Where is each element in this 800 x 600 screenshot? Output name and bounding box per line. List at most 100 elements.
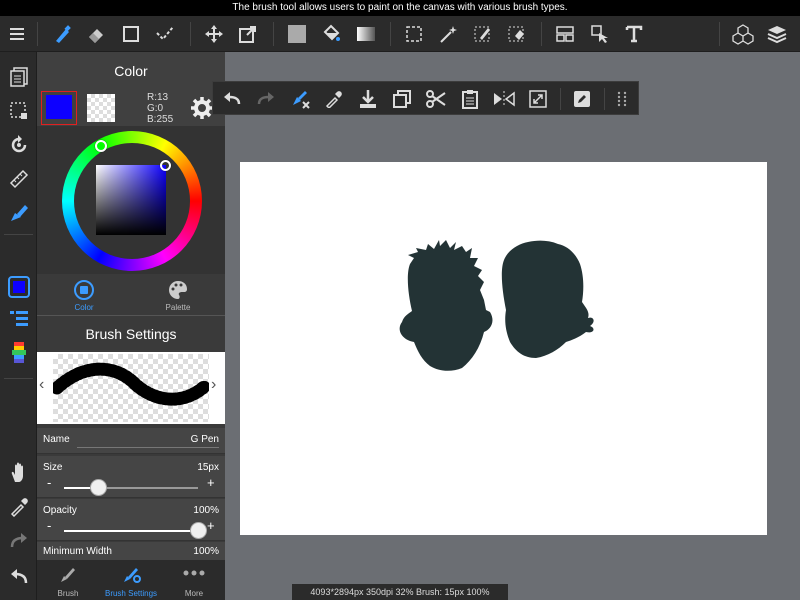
redo-icon[interactable] <box>0 526 37 556</box>
menu-icon[interactable] <box>2 16 32 52</box>
primary-color-swatch[interactable] <box>41 91 77 125</box>
redo-icon[interactable] <box>249 82 283 116</box>
tab-brush-label: Brush <box>57 589 79 598</box>
grip-icon[interactable] <box>605 82 639 116</box>
right-silhouette <box>501 240 594 358</box>
download-icon[interactable] <box>351 82 385 116</box>
fit-icon[interactable] <box>521 82 555 116</box>
fill-color-icon[interactable] <box>282 16 312 52</box>
tab-more-label: More <box>184 589 204 598</box>
rgb-b-value: B:255 <box>147 114 174 125</box>
opacity-slider[interactable] <box>64 522 207 539</box>
tab-brush-settings[interactable]: Brush Settings <box>100 560 162 600</box>
prev-brush-chevron-icon[interactable]: ‹ <box>39 376 44 394</box>
operation-icon[interactable] <box>585 16 615 52</box>
minwidth-label: Minimum Width <box>43 546 112 557</box>
move-icon[interactable] <box>199 16 229 52</box>
select-rect-icon[interactable] <box>399 16 429 52</box>
floating-toolbar <box>212 81 639 115</box>
3d-material-icon[interactable] <box>728 16 758 52</box>
hand-icon[interactable] <box>0 458 37 488</box>
next-brush-chevron-icon[interactable]: › <box>211 376 216 394</box>
gradient-icon[interactable] <box>351 16 381 52</box>
size-slider-knob[interactable] <box>90 479 107 496</box>
paste-icon[interactable] <box>453 82 487 116</box>
opacity-plus-button[interactable]: + <box>207 518 215 533</box>
color-wheel-area <box>37 126 225 274</box>
tooltip: The brush tool allows users to paint on … <box>0 0 800 16</box>
select-pen-icon[interactable] <box>468 16 498 52</box>
tab-brush-settings-label: Brush Settings <box>104 589 158 598</box>
eyedropper-icon[interactable] <box>317 82 351 116</box>
layers-icon[interactable] <box>762 16 792 52</box>
name-row[interactable]: Name G Pen <box>37 428 225 454</box>
palette-icon <box>169 281 187 299</box>
rect-shape-icon[interactable] <box>116 16 146 52</box>
brush-stroke-preview <box>53 362 209 406</box>
name-value: G Pen <box>190 434 219 445</box>
hue-handle[interactable] <box>95 140 107 152</box>
filter-brush-icon[interactable] <box>0 198 37 228</box>
gear-icon[interactable] <box>191 97 213 124</box>
edit-icon[interactable] <box>565 82 599 116</box>
rgb-r-value: R:13 <box>147 92 169 103</box>
color-swatch-icon[interactable] <box>0 272 37 302</box>
tab-color[interactable]: Color <box>37 274 131 316</box>
flip-icon[interactable] <box>487 82 521 116</box>
cut-icon[interactable] <box>419 82 453 116</box>
size-slider[interactable] <box>64 479 198 496</box>
artwork <box>399 240 594 371</box>
status-bar: 4093*2894px 350dpi 32% Brush: 15px 100% <box>292 584 508 600</box>
color-panel-title: Color <box>37 52 225 90</box>
tab-palette-label: Palette <box>165 303 191 312</box>
tab-brush[interactable]: Brush <box>37 560 99 600</box>
tab-palette[interactable]: Palette <box>131 274 225 316</box>
tab-more[interactable]: More <box>163 560 225 600</box>
transform-icon[interactable] <box>233 16 263 52</box>
selection-icon[interactable] <box>0 96 37 126</box>
brush-clear-icon[interactable] <box>283 82 317 116</box>
top-toolbar <box>0 16 800 52</box>
drawing-canvas[interactable] <box>240 162 767 535</box>
left-rail <box>0 52 37 600</box>
text-icon[interactable] <box>619 16 649 52</box>
ruler-icon[interactable] <box>0 164 37 194</box>
undo-icon[interactable] <box>0 562 37 592</box>
panel-bottom-tabs: Brush Brush Settings More <box>37 560 225 600</box>
color-tabs: Color Palette <box>37 274 225 316</box>
minwidth-value: 100% <box>193 546 219 557</box>
rgb-g-value: G:0 <box>147 103 164 114</box>
palette-strip-icon[interactable] <box>0 338 37 368</box>
brush-tab-icon <box>61 568 75 582</box>
layout-icon[interactable] <box>550 16 580 52</box>
brush-settings-title: Brush Settings <box>37 317 225 351</box>
brush-preview: ‹ › <box>37 352 225 424</box>
color-row: R:13 G:0 B:255 <box>37 90 225 126</box>
select-eraser-icon[interactable] <box>502 16 532 52</box>
secondary-color-swatch[interactable] <box>87 94 115 122</box>
size-row: Size 15px - + <box>37 456 225 498</box>
layer-list-icon[interactable] <box>0 304 37 334</box>
size-plus-button[interactable]: + <box>207 475 215 490</box>
minwidth-row: Minimum Width 100% <box>37 542 225 560</box>
side-panel: Color R:13 G:0 B:255 Color Palette Brush… <box>37 52 225 600</box>
copy-icon[interactable] <box>385 82 419 116</box>
brush-settings-tab-icon <box>124 568 141 583</box>
size-label: Size <box>43 462 63 473</box>
pages-icon[interactable] <box>0 62 37 92</box>
bucket-icon[interactable] <box>316 16 346 52</box>
saturation-value-square[interactable] <box>96 165 166 235</box>
undo-icon[interactable] <box>215 82 249 116</box>
sv-handle[interactable] <box>160 160 171 171</box>
magic-wand-icon[interactable] <box>433 16 463 52</box>
size-value: 15px <box>197 462 219 473</box>
opacity-minus-button[interactable]: - <box>47 518 51 533</box>
left-silhouette <box>399 240 493 371</box>
opacity-slider-knob[interactable] <box>190 522 207 539</box>
brush-icon[interactable] <box>47 16 77 52</box>
eyedropper-icon[interactable] <box>0 492 37 522</box>
size-minus-button[interactable]: - <box>47 475 51 490</box>
rotate-icon[interactable] <box>0 130 37 160</box>
eraser-icon[interactable] <box>81 16 111 52</box>
dotted-pen-icon[interactable] <box>151 16 181 52</box>
